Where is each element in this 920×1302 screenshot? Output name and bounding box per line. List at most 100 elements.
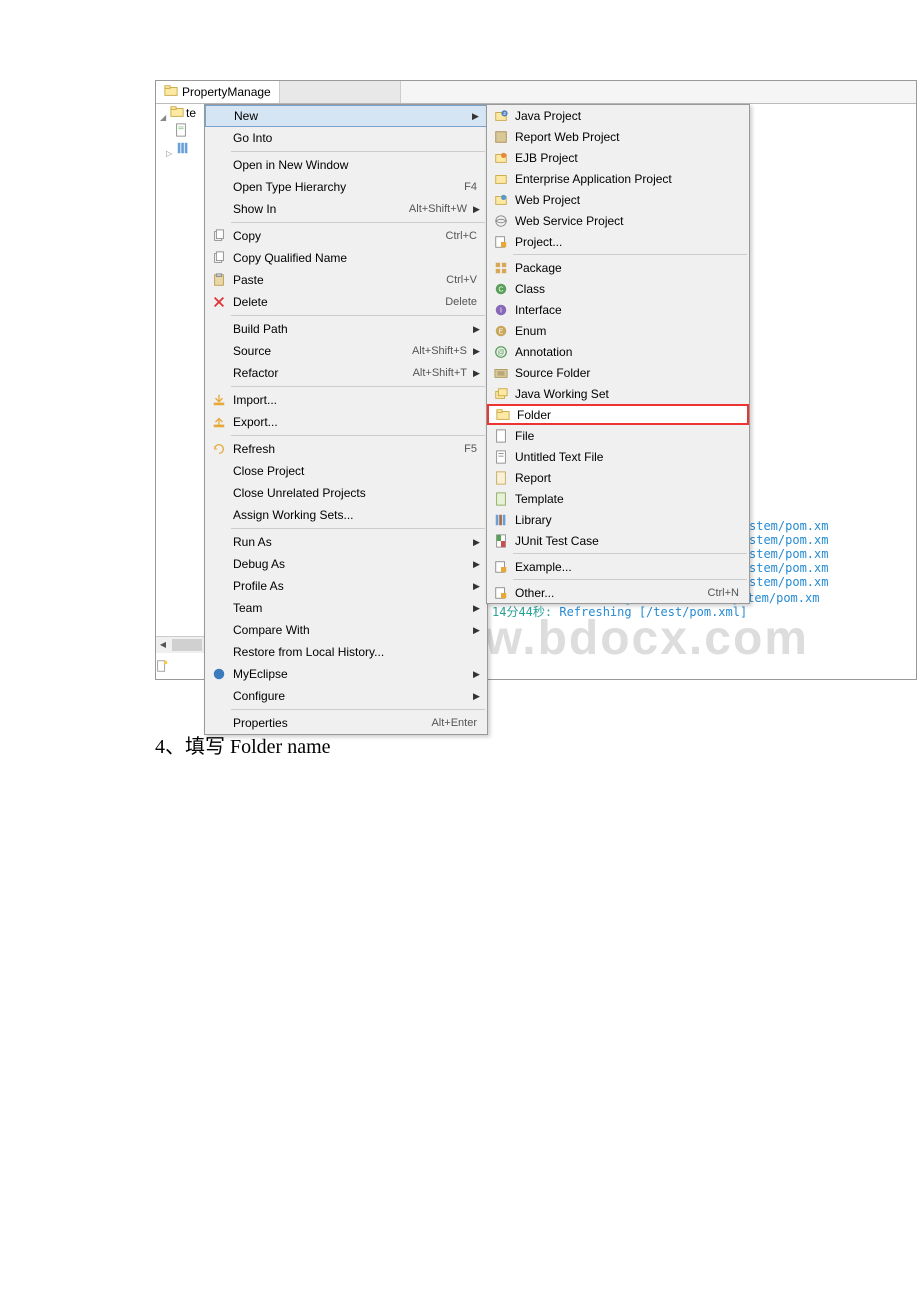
refresh-icon (209, 442, 229, 456)
example-icon (491, 560, 511, 574)
library-icon (176, 141, 190, 158)
submenu-enum[interactable]: E Enum (487, 320, 749, 341)
menu-go-into[interactable]: Go Into (205, 127, 487, 149)
report-icon (491, 471, 511, 485)
editor-tab-inactive[interactable] (280, 81, 401, 103)
menu-close-project[interactable]: Close Project (205, 460, 487, 482)
menu-copy-qualified[interactable]: Copy Qualified Name (205, 247, 487, 269)
package-explorer[interactable]: te (156, 104, 205, 654)
submenu-library[interactable]: Library (487, 509, 749, 530)
scroll-left-icon[interactable]: ◀ (156, 637, 170, 651)
import-icon (209, 393, 229, 407)
myeclipse-icon (209, 667, 229, 681)
delete-icon (209, 295, 229, 309)
svg-text:E: E (499, 328, 504, 335)
menu-refactor[interactable]: Refactor Alt+Shift+T▶ (205, 362, 487, 384)
svg-text:@: @ (497, 349, 504, 356)
menu-export[interactable]: Export... (205, 411, 487, 433)
submenu-class[interactable]: C Class (487, 278, 749, 299)
wizard-icon (491, 586, 511, 600)
submenu-other[interactable]: Other... Ctrl+N (487, 582, 749, 603)
menu-delete[interactable]: Delete Delete (205, 291, 487, 313)
class-icon: C (491, 282, 511, 296)
submenu-folder[interactable]: Folder (487, 404, 749, 425)
enterprise-app-icon (491, 172, 511, 186)
menu-myeclipse[interactable]: MyEclipse▶ (205, 663, 487, 685)
file-icon (491, 429, 511, 443)
copy-icon (209, 229, 229, 243)
menu-configure[interactable]: Configure▶ (205, 685, 487, 707)
menu-profile-as[interactable]: Profile As▶ (205, 575, 487, 597)
report-project-icon (491, 130, 511, 144)
menu-show-in[interactable]: Show In Alt+Shift+W▶ (205, 198, 487, 220)
console-line: stem/pom.xm (749, 547, 828, 561)
menu-restore-history[interactable]: Restore from Local History... (205, 641, 487, 663)
submenu-project[interactable]: Project... (487, 231, 749, 252)
submenu-web-service-project[interactable]: Web Service Project (487, 210, 749, 231)
submenu-enterprise-app[interactable]: Enterprise Application Project (487, 168, 749, 189)
template-icon (491, 492, 511, 506)
web-service-icon (491, 214, 511, 228)
paste-icon (209, 273, 229, 287)
svg-text:I: I (500, 307, 502, 314)
submenu-report-web-project[interactable]: Report Web Project (487, 126, 749, 147)
menu-debug-as[interactable]: Debug As▶ (205, 553, 487, 575)
submenu-interface[interactable]: I Interface (487, 299, 749, 320)
submenu-web-project[interactable]: Web Project (487, 189, 749, 210)
svg-text:J: J (503, 111, 505, 116)
submenu-report[interactable]: Report (487, 467, 749, 488)
menu-refresh[interactable]: Refresh F5 (205, 438, 487, 460)
folder-icon (493, 408, 513, 422)
editor-tab[interactable]: PropertyManage (156, 81, 280, 103)
console-line: stem/pom.xm (749, 519, 828, 533)
console-line: 14分44秒: Refreshing [/test/pom.xml] (492, 603, 912, 620)
library-icon (491, 513, 511, 527)
new-submenu: J Java Project Report Web Project EJB Pr… (486, 104, 750, 604)
submenu-ejb-project[interactable]: EJB Project (487, 147, 749, 168)
menu-source[interactable]: Source Alt+Shift+S▶ (205, 340, 487, 362)
menu-build-path[interactable]: Build Path▶ (205, 318, 487, 340)
working-set-icon (491, 387, 511, 401)
menu-team[interactable]: Team▶ (205, 597, 487, 619)
menu-properties[interactable]: Properties Alt+Enter (205, 712, 487, 734)
submenu-package[interactable]: Package (487, 257, 749, 278)
menu-paste[interactable]: Paste Ctrl+V (205, 269, 487, 291)
menu-new[interactable]: New ▶ (205, 105, 487, 127)
annotation-icon: @ (491, 345, 511, 359)
submenu-junit[interactable]: JUnit Test Case (487, 530, 749, 551)
copy-qualified-icon (209, 251, 229, 265)
console-line: stem/pom.xm (749, 575, 828, 589)
menu-open-type-hierarchy[interactable]: Open Type Hierarchy F4 (205, 176, 487, 198)
submenu-file[interactable]: File (487, 425, 749, 446)
submenu-java-working-set[interactable]: Java Working Set (487, 383, 749, 404)
tree-expand-icon[interactable] (166, 145, 174, 153)
submenu-source-folder[interactable]: Source Folder (487, 362, 749, 383)
tree-item-label: te (186, 106, 196, 120)
submenu-template[interactable]: Template (487, 488, 749, 509)
submenu-java-project[interactable]: J Java Project (487, 105, 749, 126)
wizard-icon[interactable] (155, 659, 169, 676)
menu-copy[interactable]: Copy Ctrl+C (205, 225, 487, 247)
menu-compare-with[interactable]: Compare With▶ (205, 619, 487, 641)
ejb-project-icon (491, 151, 511, 165)
horizontal-scrollbar[interactable]: ◀ (156, 636, 204, 653)
web-project-icon (491, 193, 511, 207)
text-file-icon (491, 450, 511, 464)
java-project-icon: J (491, 109, 511, 123)
menu-assign-working-sets[interactable]: Assign Working Sets... (205, 504, 487, 526)
tab-title: PropertyManage (182, 85, 271, 99)
source-folder-icon (491, 366, 511, 380)
interface-icon: I (491, 303, 511, 317)
menu-close-unrelated[interactable]: Close Unrelated Projects (205, 482, 487, 504)
project-folder-icon (170, 105, 184, 122)
menu-import[interactable]: Import... (205, 389, 487, 411)
console-line: stem/pom.xm (749, 561, 828, 575)
package-icon (491, 261, 511, 275)
export-icon (209, 415, 229, 429)
submenu-untitled-text[interactable]: Untitled Text File (487, 446, 749, 467)
submenu-annotation[interactable]: @ Annotation (487, 341, 749, 362)
submenu-example[interactable]: Example... (487, 556, 749, 577)
menu-run-as[interactable]: Run As▶ (205, 531, 487, 553)
menu-open-new-window[interactable]: Open in New Window (205, 154, 487, 176)
tree-collapse-icon[interactable] (160, 109, 168, 117)
